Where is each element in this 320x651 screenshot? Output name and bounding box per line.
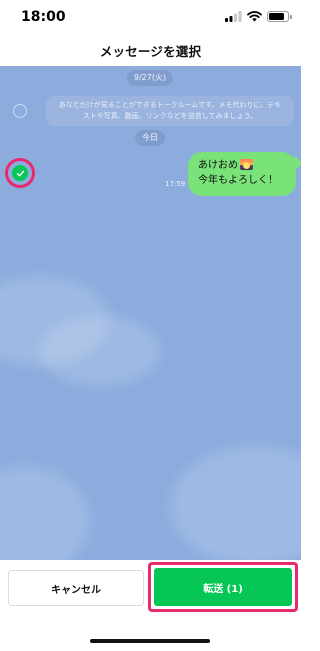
date-chip: 9/27(火) [126,70,174,86]
page-title: メッセージを選択 [99,43,202,59]
forward-button[interactable]: 転送 (1) [154,568,292,606]
status-bar: 18:00 [0,0,301,34]
screen: 18:00 メッセージを選択 9/27(火) あなただけが見ることができるトーク… [0,0,301,651]
select-circle-system-message [13,104,27,118]
date-chip-today: 今日 [135,130,165,146]
system-message-line: ストや写真、動画、リンクなどを送信してみましょう。 [82,112,258,120]
status-time: 18:00 [21,9,66,25]
wifi-icon [247,11,262,22]
message-text-line: 今年もよろしく！ [198,175,278,186]
cancel-button[interactable]: キャンセル [8,570,144,606]
chat-area[interactable]: 9/27(火) あなただけが見ることができるトークルームです。メモ代わりに、テキ… [0,66,301,560]
check-icon [12,165,28,181]
system-message-line: あなただけが見ることができるトークルームです。メモ代わりに、テキ [58,101,282,109]
battery-level-fill [269,13,285,20]
message-text-line: あけおめ [198,160,238,171]
message-bubble[interactable]: あけおめ 今年もよろしく！ [188,152,301,196]
battery-icon [267,11,292,22]
bottom-action-bar: キャンセル 転送 (1) [0,560,301,651]
header: メッセージを選択 [0,34,301,66]
system-message: あなただけが見ることができるトークルームです。メモ代わりに、テキ ストや写真、動… [46,96,294,126]
message-select-checkbox[interactable] [5,158,35,188]
sunrise-icon [240,159,253,170]
home-indicator [90,639,210,643]
message-time: 17:59 [165,180,186,188]
status-icons [225,11,292,22]
signal-icon [225,11,242,22]
